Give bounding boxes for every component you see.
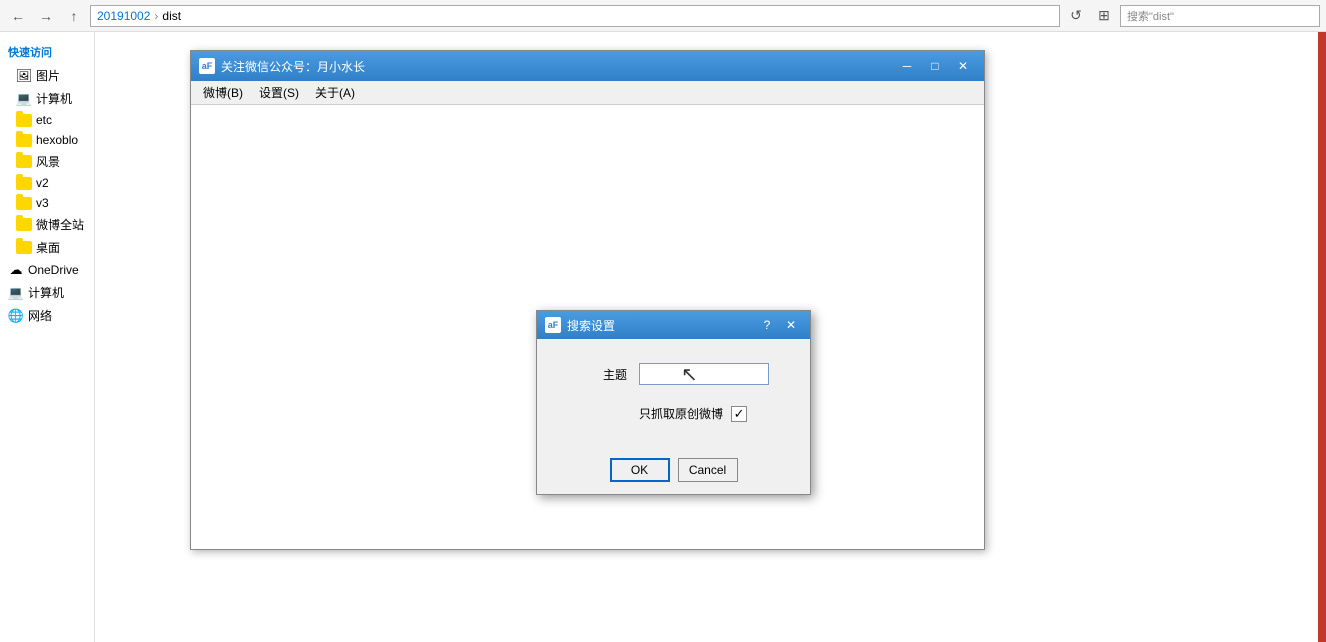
folder-icon-hexoblo: [16, 134, 32, 147]
back-button[interactable]: ←: [6, 4, 30, 28]
subject-input[interactable]: [639, 363, 769, 385]
computer-icon: 💻: [16, 91, 32, 107]
explorer-window: ← → ↑ 20191002 › dist ↺ ⊞ 快速访问 🖼 图片 💻 计算…: [0, 0, 1326, 642]
dialog-controls: ? ✕: [756, 316, 802, 334]
app-minimize-button[interactable]: ─: [894, 56, 920, 76]
dialog-footer: OK Cancel: [537, 458, 810, 494]
sidebar-label-fengjing: 风景: [36, 153, 60, 170]
sidebar-label-v3: v3: [36, 196, 49, 210]
checkbox-row: 只抓取原创微博 ✓: [557, 405, 790, 422]
dialog-body: 主题 只抓取原创微博 ✓: [537, 339, 810, 458]
sidebar-item-fengjing[interactable]: 风景: [0, 150, 94, 173]
app-content: aF 搜索设置 ? ✕ 主题: [191, 105, 984, 549]
subject-label: 主题: [557, 366, 627, 383]
scroll-accent: [1318, 32, 1326, 642]
view-options-button[interactable]: ⊞: [1092, 4, 1116, 28]
app-titlebar: aF 关注微信公众号：月小水长 ─ □ ✕: [191, 51, 984, 81]
folder-icon-etc: [16, 114, 32, 127]
dialog-titlebar: aF 搜索设置 ? ✕: [537, 311, 810, 339]
sidebar-item-computer[interactable]: 💻 计算机: [0, 87, 94, 110]
refresh-button[interactable]: ↺: [1064, 4, 1088, 28]
search-settings-dialog: aF 搜索设置 ? ✕ 主题: [536, 310, 811, 495]
original-weibo-checkbox[interactable]: ✓: [731, 406, 747, 422]
up-button[interactable]: ↑: [62, 4, 86, 28]
dialog-icon: aF: [545, 317, 561, 333]
app-close-button[interactable]: ✕: [950, 56, 976, 76]
sidebar-item-hexoblo[interactable]: hexoblo: [0, 130, 94, 150]
app-menubar: 微博(B) 设置(S) 关于(A): [191, 81, 984, 105]
dialog-help-button[interactable]: ?: [756, 316, 778, 334]
sidebar: 快速访问 🖼 图片 💻 计算机 etc hexoblo 风景: [0, 32, 95, 642]
subject-row: 主题: [557, 363, 790, 385]
sidebar-label-v2: v2: [36, 176, 49, 190]
search-input[interactable]: [1121, 10, 1319, 22]
breadcrumb-item-1: 20191002: [97, 9, 150, 23]
folder-icon-weibo: [16, 218, 32, 231]
explorer-body: 快速访问 🖼 图片 💻 计算机 etc hexoblo 风景: [0, 32, 1326, 642]
sidebar-label-my-computer: 计算机: [28, 284, 64, 301]
folder-icon-fengjing: [16, 155, 32, 168]
sidebar-item-network[interactable]: 🌐 网络: [0, 304, 94, 327]
sidebar-item-my-computer[interactable]: 💻 计算机: [0, 281, 94, 304]
sidebar-item-etc[interactable]: etc: [0, 110, 94, 130]
sidebar-label-onedrive: OneDrive: [28, 263, 79, 277]
folder-icon-v2: [16, 177, 32, 190]
sidebar-item-pictures[interactable]: 🖼 图片: [0, 64, 94, 87]
sidebar-item-v2[interactable]: v2: [0, 173, 94, 193]
search-box[interactable]: [1120, 5, 1320, 27]
breadcrumb-item-2: dist: [162, 9, 181, 23]
sidebar-item-onedrive[interactable]: ☁ OneDrive: [0, 259, 94, 281]
app-icon: aF: [199, 58, 215, 74]
sidebar-label-etc: etc: [36, 113, 52, 127]
breadcrumb-separator: ›: [154, 9, 158, 23]
sidebar-label-desktop: 桌面: [36, 239, 60, 256]
nav-toolbar: ← → ↑ 20191002 › dist ↺ ⊞: [0, 0, 1326, 32]
dialog-title: 搜索设置: [567, 317, 750, 334]
pictures-icon: 🖼: [16, 68, 32, 84]
sidebar-label-computer: 计算机: [36, 90, 72, 107]
sidebar-label-pictures: 图片: [36, 67, 60, 84]
menu-settings[interactable]: 设置(S): [251, 82, 307, 103]
original-weibo-row: 只抓取原创微博 ✓: [639, 405, 747, 422]
onedrive-icon: ☁: [8, 262, 24, 278]
checkmark-icon: ✓: [734, 407, 745, 420]
sidebar-item-weibo[interactable]: 微博全站: [0, 213, 94, 236]
sidebar-label-weibo: 微博全站: [36, 216, 84, 233]
my-computer-icon: 💻: [8, 285, 24, 301]
app-maximize-button[interactable]: □: [922, 56, 948, 76]
sidebar-label-hexoblo: hexoblo: [36, 133, 78, 147]
app-title: 关注微信公众号：月小水长: [221, 58, 888, 75]
folder-icon-v3: [16, 197, 32, 210]
main-content: aF 关注微信公众号：月小水长 ─ □ ✕ 微博(B) 设置(S) 关于(A): [95, 32, 1326, 642]
quick-access-header[interactable]: 快速访问: [0, 40, 94, 64]
menu-about[interactable]: 关于(A): [307, 82, 363, 103]
checkbox-label: 只抓取原创微博: [639, 405, 723, 422]
folder-icon-desktop: [16, 241, 32, 254]
sidebar-item-v3[interactable]: v3: [0, 193, 94, 213]
dialog-close-button[interactable]: ✕: [780, 316, 802, 334]
breadcrumb[interactable]: 20191002 › dist: [90, 5, 1060, 27]
app-window: aF 关注微信公众号：月小水长 ─ □ ✕ 微博(B) 设置(S) 关于(A): [190, 50, 985, 550]
cancel-button[interactable]: Cancel: [678, 458, 738, 482]
network-icon: 🌐: [8, 308, 24, 324]
sidebar-item-desktop[interactable]: 桌面: [0, 236, 94, 259]
ok-button[interactable]: OK: [610, 458, 670, 482]
sidebar-label-network: 网络: [28, 307, 52, 324]
forward-button[interactable]: →: [34, 4, 58, 28]
menu-weibo[interactable]: 微博(B): [195, 82, 251, 103]
app-title-controls: ─ □ ✕: [894, 56, 976, 76]
